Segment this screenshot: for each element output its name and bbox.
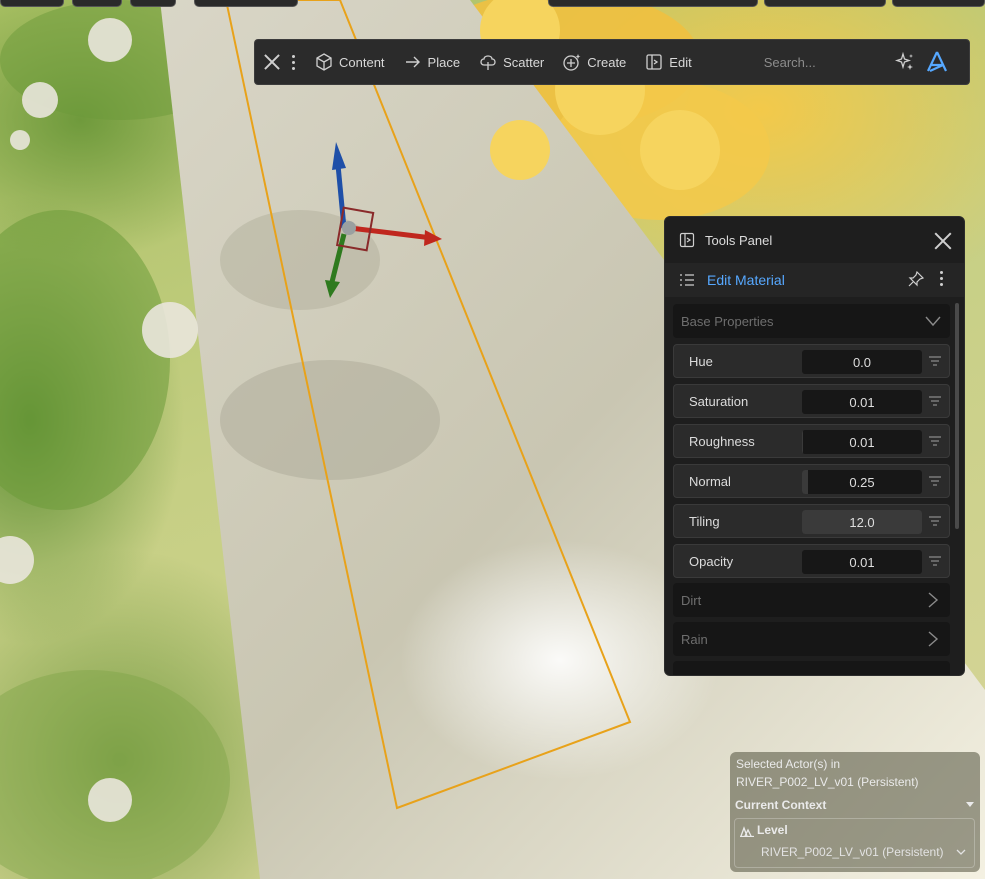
property-value: 0.01 [849, 435, 875, 450]
toolbar-content-button[interactable]: Content [314, 52, 385, 72]
filter-icon[interactable] [929, 476, 941, 486]
pin-icon[interactable] [908, 271, 924, 287]
top-toolbar-button[interactable] [0, 0, 64, 7]
top-toolbar-button[interactable] [548, 0, 758, 7]
chevron-right-icon [928, 592, 939, 608]
tools-panel-title: Tools Panel [705, 232, 773, 248]
property-value: 12.0 [849, 515, 875, 530]
level-value: RIVER_P002_LV_v01 (Persistent) [761, 845, 944, 859]
property-row-normal: Normal 0.25 [673, 464, 950, 498]
property-value: 0.01 [849, 395, 875, 410]
toolbar-place-button[interactable]: Place [403, 52, 461, 72]
arrow-right-icon [405, 56, 420, 68]
quick-toolbar: Content Place Scatter Create Edit [254, 39, 970, 85]
tree-icon [480, 55, 496, 70]
close-icon[interactable] [934, 232, 952, 250]
toolbar-scatter-button[interactable]: Scatter [478, 52, 544, 72]
search-input[interactable] [763, 54, 874, 70]
section-label: Dirt [681, 592, 702, 608]
property-label: Normal [689, 473, 731, 489]
property-label: Hue [689, 353, 713, 369]
property-value: 0.25 [849, 475, 875, 490]
top-toolbar-button[interactable] [72, 0, 122, 7]
tools-panel: Tools Panel Edit Material Base Propertie… [664, 216, 965, 676]
property-row-saturation: Saturation 0.01 [673, 384, 950, 418]
level-label: Level [757, 823, 788, 837]
next-section[interactable] [673, 661, 950, 675]
tools-panel-header: Tools Panel [665, 217, 964, 263]
property-value-field[interactable]: 0.25 [802, 470, 922, 494]
property-row-roughness: Roughness 0.01 [673, 424, 950, 458]
property-row-tiling: Tiling 12.0 [673, 504, 950, 538]
toolbar-create-button[interactable]: Create [562, 52, 626, 72]
property-value-field[interactable]: 12.0 [802, 510, 922, 534]
level-icon [740, 826, 754, 837]
section-label: Base Properties [681, 313, 774, 329]
property-label: Saturation [689, 393, 749, 409]
dirt-section[interactable]: Dirt [673, 583, 950, 617]
base-properties-section[interactable]: Base Properties [673, 304, 950, 338]
property-label: Opacity [689, 553, 734, 569]
caret-down-icon[interactable] [966, 802, 974, 807]
top-toolbar-button[interactable] [892, 0, 985, 7]
toolbar-edit-label: Edit [669, 54, 692, 70]
list-icon [680, 274, 694, 286]
selected-actors-level: RIVER_P002_LV_v01 (Persistent) [736, 775, 919, 789]
property-value-field[interactable]: 0.01 [802, 550, 922, 574]
level-selector[interactable]: Level RIVER_P002_LV_v01 (Persistent) [734, 818, 975, 868]
toolbar-scatter-label: Scatter [503, 54, 545, 70]
app-logo-icon[interactable] [924, 49, 950, 75]
property-value-field[interactable]: 0.0 [802, 350, 922, 374]
more-options-icon[interactable] [940, 271, 944, 286]
current-context-label: Current Context [735, 798, 827, 812]
cube-icon [316, 53, 332, 71]
property-value: 0.01 [849, 555, 875, 570]
property-value-field[interactable]: 0.01 [802, 430, 922, 454]
edit-panel-icon [646, 54, 662, 70]
top-toolbar-button[interactable] [764, 0, 886, 7]
panel-scrollbar[interactable] [955, 303, 959, 529]
context-info-box: Selected Actor(s) in RIVER_P002_LV_v01 (… [730, 752, 980, 872]
toolbar-create-label: Create [587, 54, 627, 70]
add-sparkle-icon [563, 54, 581, 71]
filter-icon[interactable] [929, 436, 941, 446]
chevron-down-icon [925, 316, 941, 327]
filter-icon[interactable] [929, 516, 941, 526]
chevron-down-icon [956, 849, 966, 855]
property-value: 0.0 [852, 355, 872, 370]
property-label: Roughness [689, 433, 755, 449]
chevron-right-icon [928, 631, 939, 647]
section-label: Rain [681, 631, 708, 647]
rain-section[interactable]: Rain [673, 622, 950, 656]
property-row-opacity: Opacity 0.01 [673, 544, 950, 578]
filter-icon[interactable] [929, 396, 941, 406]
property-value-field[interactable]: 0.01 [802, 390, 922, 414]
filter-icon[interactable] [929, 356, 941, 366]
panel-dock-icon [679, 232, 695, 248]
property-label: Tiling [689, 513, 720, 529]
ai-sparkle-icon[interactable] [894, 51, 916, 73]
more-options-icon[interactable] [292, 54, 296, 70]
toolbar-place-label: Place [427, 54, 461, 70]
edit-material-title: Edit Material [707, 272, 785, 288]
toolbar-edit-button[interactable]: Edit [644, 52, 692, 72]
property-row-hue: Hue 0.0 [673, 344, 950, 378]
top-toolbar-button[interactable] [130, 0, 176, 7]
selected-actors-label: Selected Actor(s) in [736, 757, 841, 771]
close-icon[interactable] [264, 54, 280, 70]
top-toolbar-button[interactable] [194, 0, 298, 7]
filter-icon[interactable] [929, 556, 941, 566]
toolbar-content-label: Content [339, 54, 385, 70]
